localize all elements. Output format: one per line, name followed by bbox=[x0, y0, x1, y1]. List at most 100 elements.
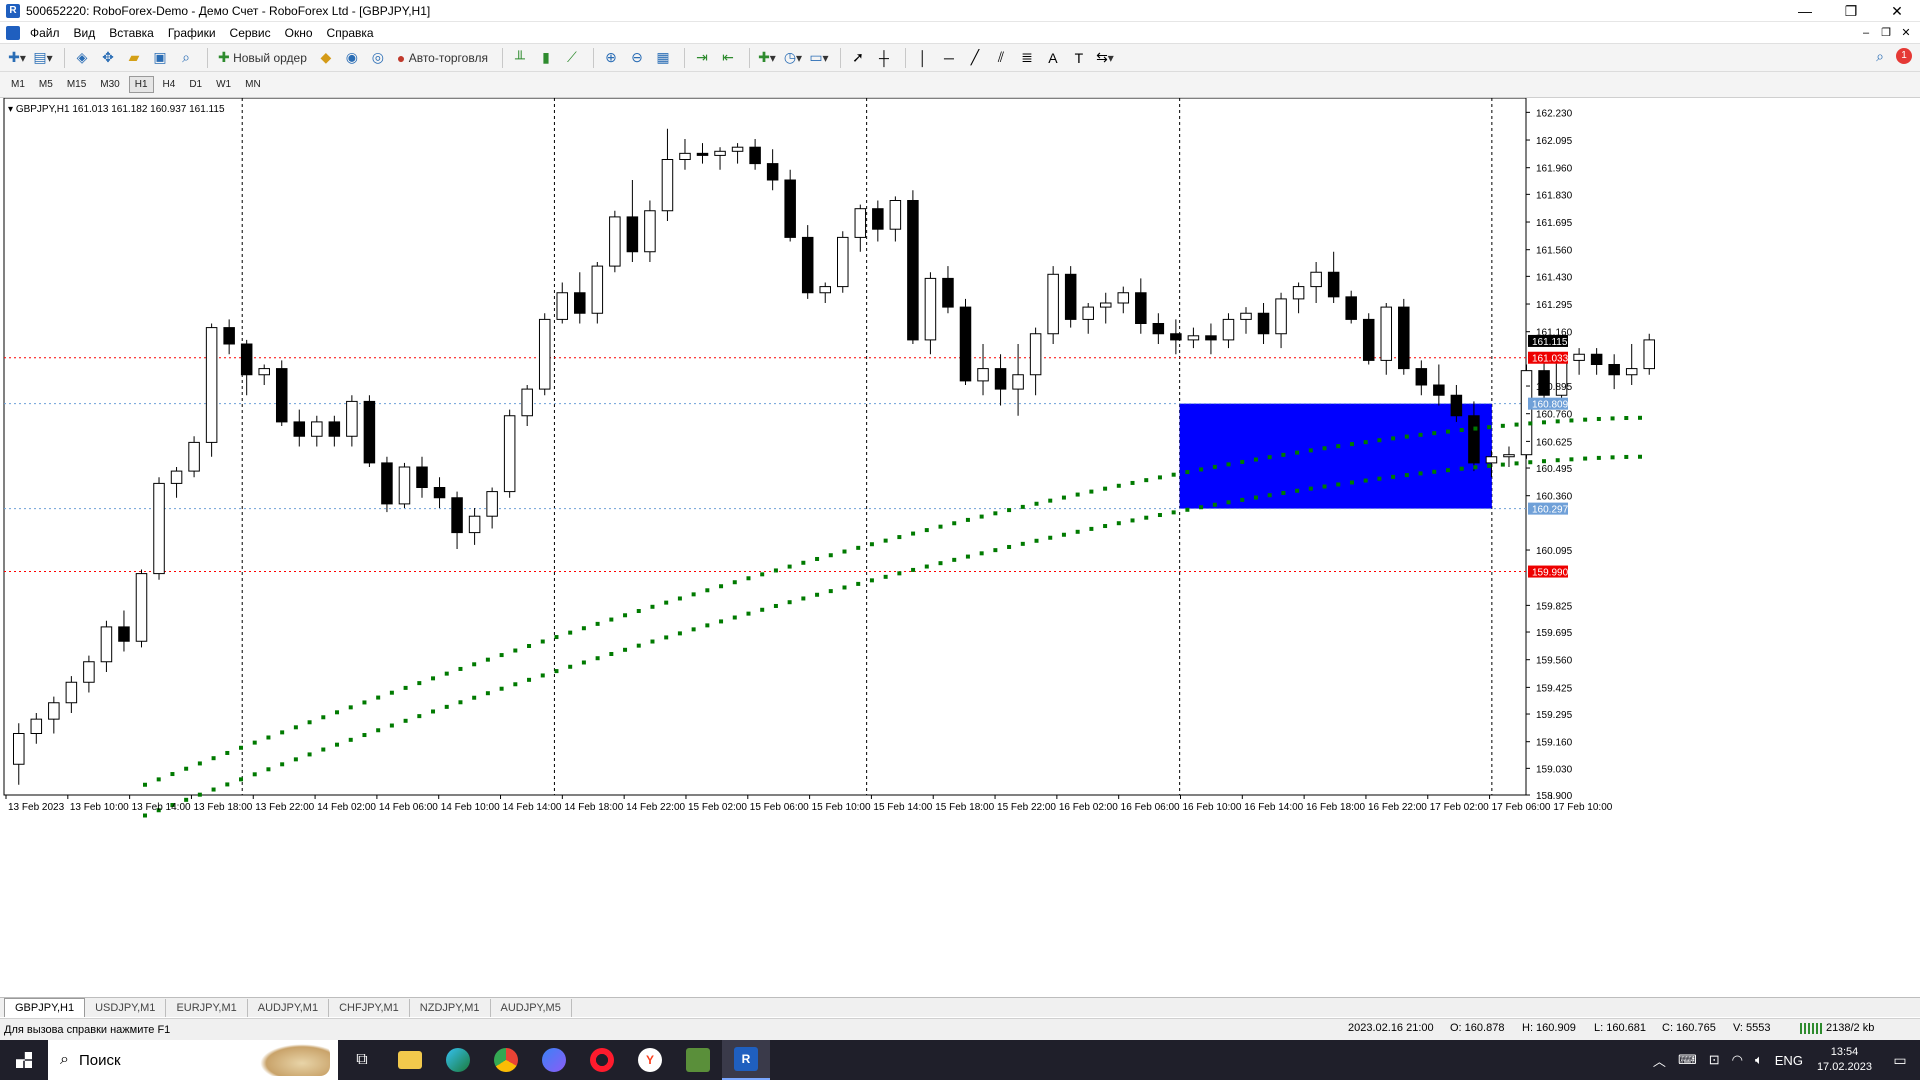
envelope-upper-dot bbox=[760, 572, 765, 577]
language-indicator[interactable]: ENG bbox=[1775, 1053, 1803, 1068]
close-button[interactable]: ✕ bbox=[1874, 0, 1920, 22]
menu-charts[interactable]: Графики bbox=[164, 26, 226, 40]
envelope-upper-dot bbox=[239, 745, 244, 750]
opera-button[interactable] bbox=[578, 1040, 626, 1080]
menu-insert[interactable]: Вставка bbox=[105, 26, 164, 40]
chart-tab[interactable]: NZDJPY,M1 bbox=[410, 999, 491, 1017]
zoom-out-button[interactable]: ⊖ bbox=[626, 47, 648, 69]
tray-app-icon[interactable]: ⌨ bbox=[1678, 1052, 1697, 1068]
text-button[interactable]: A bbox=[1042, 47, 1064, 69]
metaeditor-button[interactable]: ◆ bbox=[315, 47, 337, 69]
text-label-button[interactable]: T bbox=[1068, 47, 1090, 69]
toolbar-separator bbox=[592, 47, 594, 68]
candlestick-button[interactable]: ▮ bbox=[535, 47, 557, 69]
terminal-button[interactable]: ▣ bbox=[149, 47, 171, 69]
bull-candle bbox=[486, 491, 498, 517]
chrome-button[interactable] bbox=[482, 1040, 530, 1080]
menu-view[interactable]: Вид bbox=[70, 26, 106, 40]
signals-button[interactable]: ◉ bbox=[341, 47, 363, 69]
bear-candle bbox=[959, 306, 972, 382]
tray-network-icon[interactable]: ⊡ bbox=[1709, 1052, 1720, 1068]
start-button[interactable] bbox=[0, 1040, 48, 1080]
horizontal-line-button[interactable]: ─ bbox=[938, 47, 960, 69]
price-chart[interactable]: 162.230 162.095 161.960 161.830 161.695 161.5… bbox=[0, 97, 1920, 998]
maximize-button[interactable]: ❐ bbox=[1828, 0, 1874, 22]
chart-tab[interactable]: AUDJPY,M1 bbox=[248, 999, 330, 1017]
search-icon[interactable]: ⌕ bbox=[1876, 48, 1884, 65]
clock[interactable]: 13:54 17.02.2023 bbox=[1817, 1045, 1872, 1075]
menu-tools[interactable]: Сервис bbox=[226, 26, 281, 40]
cursor-button[interactable]: ➚ bbox=[847, 47, 869, 69]
mdi-minimize-button[interactable]: – bbox=[1856, 22, 1876, 44]
crosshair-button[interactable]: ┼ bbox=[873, 47, 895, 69]
bear-candle bbox=[872, 208, 884, 230]
tf-w1[interactable]: W1 bbox=[211, 77, 236, 92]
chevron-up-icon[interactable]: ︿ bbox=[1653, 1051, 1666, 1070]
fibonacci-button[interactable]: ≣ bbox=[1016, 47, 1038, 69]
chart-tab[interactable]: EURJPY,M1 bbox=[166, 999, 248, 1017]
connection-status[interactable]: 2138/2 kb bbox=[1800, 1022, 1874, 1034]
taskbar-search[interactable]: ⌕ Поиск bbox=[48, 1040, 338, 1080]
mdi-close-button[interactable]: ✕ bbox=[1896, 22, 1916, 44]
trendline-button[interactable]: ╱ bbox=[964, 47, 986, 69]
menu-help[interactable]: Справка bbox=[323, 26, 384, 40]
tf-m30[interactable]: M30 bbox=[95, 77, 124, 92]
price-label: 159.560 bbox=[1536, 656, 1573, 667]
navigator-button[interactable]: ▰ bbox=[123, 47, 145, 69]
market-watch-button[interactable]: ◈ bbox=[71, 47, 93, 69]
templates-button[interactable]: ▭ ▾ bbox=[808, 47, 830, 69]
minimize-button[interactable]: — bbox=[1782, 0, 1828, 22]
strategy-tester-button[interactable]: ⌕ bbox=[175, 47, 197, 69]
zoom-in-button[interactable]: ⊕ bbox=[600, 47, 622, 69]
channel-button[interactable]: ⫽ bbox=[990, 47, 1012, 69]
auto-trading-button[interactable]: ● Авто-торговля bbox=[393, 47, 492, 69]
task-view-button[interactable]: ⧉ bbox=[338, 1040, 386, 1080]
chart-shift-button[interactable]: ⇤ bbox=[717, 47, 739, 69]
vertical-line-button[interactable]: │ bbox=[912, 47, 934, 69]
calculator-button[interactable] bbox=[674, 1040, 722, 1080]
indicators-button[interactable]: ✚ ▾ bbox=[756, 47, 778, 69]
menu-window[interactable]: Окно bbox=[281, 26, 323, 40]
menu-file[interactable]: Файл bbox=[26, 26, 70, 40]
tile-windows-button[interactable]: ▦ bbox=[652, 47, 674, 69]
market-button[interactable]: ◎ bbox=[367, 47, 389, 69]
tf-h1[interactable]: H1 bbox=[128, 76, 154, 93]
yandex-button[interactable]: Y bbox=[626, 1040, 674, 1080]
speaker-icon[interactable]: 🔈︎ bbox=[1755, 1052, 1763, 1068]
arrows-button[interactable]: ⇆ ▾ bbox=[1094, 47, 1116, 69]
envelope-upper-dot bbox=[1363, 440, 1368, 445]
periods-button[interactable]: ◷ ▾ bbox=[782, 47, 804, 69]
auto-trading-label: Авто-торговля bbox=[408, 50, 488, 65]
profiles-button[interactable]: ▤ ▾ bbox=[32, 47, 54, 69]
mdi-restore-button[interactable]: ❐ bbox=[1876, 22, 1896, 44]
toolbar-separator bbox=[207, 47, 208, 68]
bar-chart-button[interactable]: ╨ bbox=[509, 47, 531, 69]
chart-tab[interactable]: GBPJPY,H1 bbox=[4, 998, 86, 1017]
tf-h4[interactable]: H4 bbox=[158, 77, 181, 92]
explorer-button[interactable] bbox=[386, 1040, 434, 1080]
autoscroll-button[interactable]: ⇥ bbox=[691, 47, 713, 69]
chart-window-icon[interactable] bbox=[6, 25, 20, 40]
notifications-button[interactable]: ▭ bbox=[1880, 1040, 1920, 1080]
new-order-button[interactable]: ✚ Новый ордер bbox=[214, 47, 311, 69]
tf-mn[interactable]: MN bbox=[240, 77, 266, 92]
edge-button[interactable] bbox=[434, 1040, 482, 1080]
tf-m5[interactable]: M5 bbox=[34, 77, 58, 92]
metatrader-button[interactable]: R bbox=[722, 1040, 770, 1080]
line-chart-button[interactable]: ⟋ bbox=[561, 47, 583, 69]
app-button[interactable] bbox=[530, 1040, 578, 1080]
new-chart-button[interactable]: ✚ ▾ bbox=[6, 47, 28, 69]
tf-d1[interactable]: D1 bbox=[184, 77, 207, 92]
chart-tab[interactable]: CHFJPY,M1 bbox=[329, 999, 410, 1017]
envelope-lower-dot bbox=[143, 813, 147, 818]
data-window-button[interactable]: ✥ bbox=[97, 47, 119, 69]
notification-badge-icon[interactable]: 1 bbox=[1896, 48, 1912, 64]
chart-tab[interactable]: USDJPY,M1 bbox=[85, 999, 167, 1017]
chart-tab[interactable]: AUDJPY,M5 bbox=[491, 999, 572, 1017]
tf-m15[interactable]: M15 bbox=[62, 77, 91, 92]
chart-canvas[interactable]: 162.230 162.095 161.960 161.830 161.695 161.5… bbox=[0, 97, 1920, 998]
envelope-upper-dot bbox=[1349, 442, 1354, 447]
wifi-icon[interactable]: ◠ bbox=[1732, 1052, 1743, 1068]
chart-collapse-icon[interactable]: ▾ bbox=[8, 104, 16, 115]
tf-m1[interactable]: M1 bbox=[6, 77, 30, 92]
